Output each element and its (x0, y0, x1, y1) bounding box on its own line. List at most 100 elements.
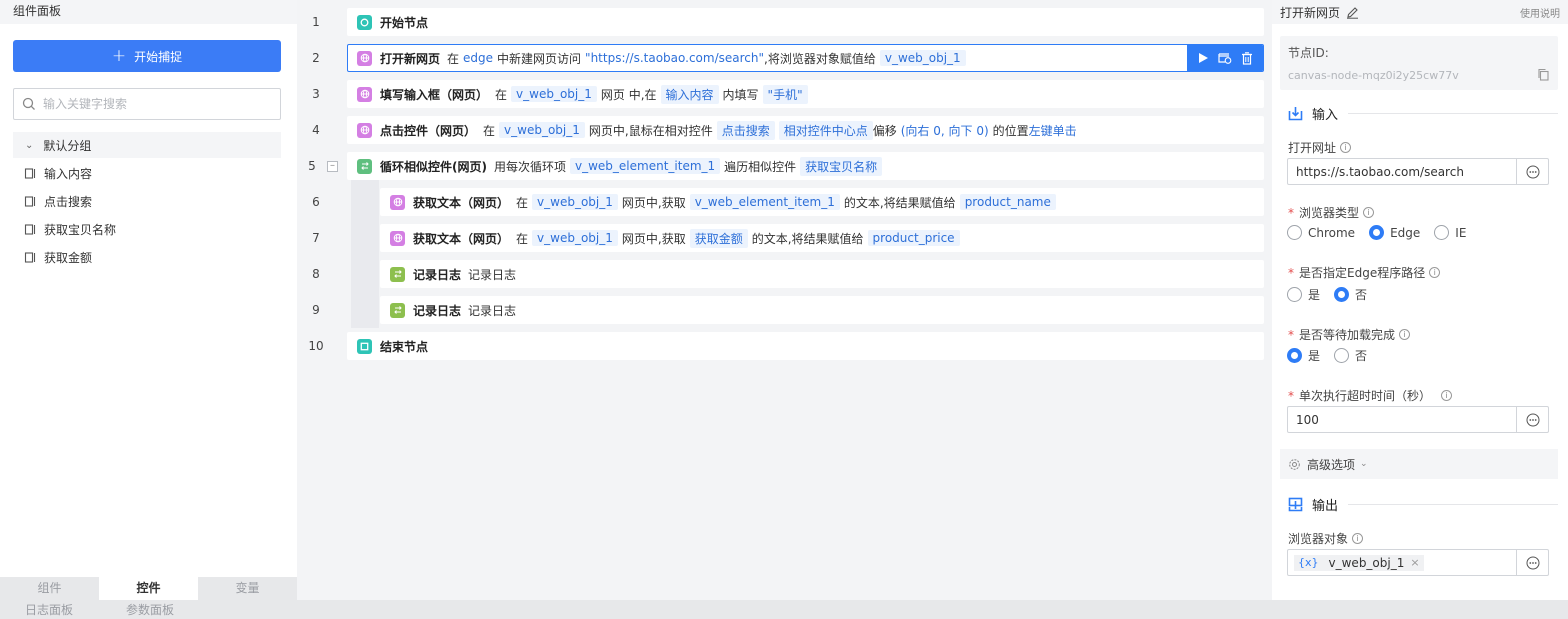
url-more-button[interactable] (1516, 159, 1548, 184)
radio-circle[interactable] (1334, 287, 1350, 302)
flow-node-get-text[interactable]: 获取文本（网页） 在 v_web_obj_1 网页中,获取 v_web_elem… (380, 188, 1264, 216)
component-item[interactable]: 输入内容 (24, 161, 92, 185)
browser-object-more-button[interactable] (1516, 550, 1548, 575)
group-header[interactable]: ⌄ 默认分组 (13, 132, 281, 158)
timeout-input[interactable]: 100 (1287, 406, 1549, 433)
radio-yes[interactable]: 是 (1287, 286, 1320, 303)
delete-icon[interactable] (1241, 51, 1253, 65)
radio-ie[interactable]: IE (1434, 225, 1466, 240)
play-icon[interactable] (1197, 52, 1209, 64)
variable-chip[interactable]: v_web_element_item_1 (570, 158, 721, 174)
element-chip[interactable]: 点击搜索 (716, 120, 775, 140)
input-section-title: 输入 (1312, 108, 1339, 123)
advanced-options-label: 高级选项 (1307, 457, 1356, 472)
node-title: 打开新网页 (380, 51, 441, 66)
output-chip[interactable]: product_name (959, 194, 1056, 210)
tab-components[interactable]: 组件 (0, 577, 99, 600)
node-text: 偏移 (872, 123, 897, 138)
browser-object-input[interactable]: {x} v_web_obj_1 × (1287, 549, 1549, 576)
gear-icon (1289, 458, 1300, 470)
node-title: 记录日志 (413, 267, 462, 282)
flow-node-get-text[interactable]: 获取文本（网页） 在 v_web_obj_1 网页中,获取 获取金额 的文本,将… (380, 224, 1264, 252)
component-item[interactable]: 点击搜索 (24, 189, 92, 213)
chevron-down-icon: ⌄ (25, 139, 34, 151)
flow-row: 6 获取文本（网页） 在 v_web_obj_1 网页中,获取 v_web_el… (297, 188, 1272, 224)
wait-load-label: * 是否等待加载完成 i (1288, 326, 1411, 343)
flow-node-open-page[interactable]: 打开新网页 在 edge 中新建网页访问 "https://s.taobao.c… (347, 44, 1264, 72)
browser-type-label: * 浏览器类型 i (1288, 204, 1375, 221)
start-capture-button[interactable]: + 开始捕捉 (13, 40, 281, 72)
radio-circle[interactable] (1434, 225, 1450, 240)
flow-node-start[interactable]: 开始节点 (347, 8, 1264, 36)
node-text: 网页中,获取 (621, 195, 686, 210)
info-icon[interactable]: i (1399, 329, 1411, 340)
info-icon[interactable]: i (1352, 533, 1364, 544)
component-item[interactable]: 获取金额 (24, 245, 92, 269)
node-title: 填写输入框（网页） (380, 87, 489, 102)
info-icon[interactable]: i (1441, 390, 1453, 401)
node-param[interactable]: edge (463, 51, 493, 65)
timeout-label-text: 单次执行超时时间（秒） (1299, 389, 1432, 403)
search-box[interactable] (13, 88, 281, 120)
flow-node-end[interactable]: 结束节点 (347, 332, 1264, 360)
node-title: 结束节点 (380, 339, 429, 354)
variable-chip[interactable]: v_web_obj_1 (499, 122, 585, 138)
collapse-toggle[interactable]: – (327, 161, 338, 172)
required-mark: * (1288, 327, 1294, 342)
position-chip[interactable]: 相对控件中心点 (778, 120, 873, 140)
web-node-icon (357, 50, 372, 66)
radio-circle[interactable] (1287, 225, 1302, 240)
radio-edge[interactable]: Edge (1369, 225, 1420, 240)
flow-node-fill-input[interactable]: 填写输入框（网页） 在 v_web_obj_1 网页 中,在 输入内容 内填写 … (347, 80, 1264, 108)
flow-node-click[interactable]: 点击控件（网页） 在 v_web_obj_1 网页中,鼠标在相对控件 点击搜索 … (347, 116, 1264, 144)
tab-log-panel[interactable]: 日志面板 (25, 601, 73, 618)
help-link[interactable]: 使用说明 (1520, 5, 1560, 20)
search-input[interactable] (43, 97, 268, 111)
radio-chrome[interactable]: Chrome (1287, 225, 1355, 240)
node-param[interactable]: (向右 0, 向下 0) (901, 122, 989, 139)
element-chip[interactable]: 输入内容 (660, 84, 719, 104)
radio-circle[interactable] (1334, 348, 1350, 363)
radio-circle[interactable] (1287, 287, 1302, 302)
tab-controls[interactable]: 控件 (99, 577, 198, 600)
tag-remove-icon[interactable]: × (1410, 556, 1419, 569)
flow-node-loop[interactable]: 循环相似控件(网页) 用每次循环项 v_web_element_item_1 遍… (347, 152, 1264, 180)
node-param[interactable]: "https://s.taobao.com/search" (585, 51, 764, 65)
flow-canvas: 1 开始节点 2 打开新网页 在 edge 中新建网页访问 "https://s… (297, 0, 1272, 600)
variable-chip[interactable]: v_web_obj_1 (511, 86, 597, 102)
copy-icon[interactable] (1537, 68, 1550, 81)
variable-chip[interactable]: v_web_obj_1 (532, 194, 618, 210)
info-icon[interactable]: i (1363, 207, 1375, 218)
timeout-more-button[interactable] (1516, 407, 1548, 432)
flow-node-log[interactable]: 记录日志 记录日志 (380, 296, 1264, 324)
more-icon (1526, 165, 1539, 178)
element-chip[interactable]: 获取金额 (689, 228, 748, 248)
component-icon (24, 223, 36, 235)
variable-chip[interactable]: v_web_element_item_1 (689, 194, 840, 210)
info-icon[interactable]: i (1429, 267, 1441, 278)
info-icon[interactable]: i (1340, 142, 1352, 153)
node-title: 记录日志 (413, 303, 462, 318)
radio-circle[interactable] (1287, 348, 1302, 363)
radio-no[interactable]: 否 (1334, 347, 1367, 364)
row-number: 3 (312, 87, 320, 101)
flow-node-log[interactable]: 记录日志 记录日志 (380, 260, 1264, 288)
tab-params-panel[interactable]: 参数面板 (126, 601, 174, 618)
debug-icon[interactable] (1218, 52, 1232, 64)
advanced-options-toggle[interactable]: 高级选项 ⌄ (1280, 449, 1558, 479)
component-item[interactable]: 获取宝贝名称 (24, 217, 116, 241)
radio-yes[interactable]: 是 (1287, 347, 1320, 364)
radio-circle[interactable] (1369, 225, 1385, 240)
tab-variables[interactable]: 变量 (198, 577, 297, 600)
edit-icon[interactable] (1346, 6, 1359, 19)
node-text: 在 (516, 195, 529, 210)
element-chip[interactable]: 获取宝贝名称 (800, 156, 883, 176)
flow-row: 4 点击控件（网页） 在 v_web_obj_1 网页中,鼠标在相对控件 点击搜… (297, 116, 1272, 152)
variable-chip[interactable]: v_web_obj_1 (532, 230, 618, 246)
radio-no[interactable]: 否 (1334, 286, 1367, 303)
value-chip[interactable]: "手机" (762, 84, 808, 104)
url-input[interactable]: https://s.taobao.com/search (1287, 158, 1549, 185)
variable-chip[interactable]: v_web_obj_1 (879, 50, 966, 66)
node-param[interactable]: 左键单击 (1029, 122, 1077, 139)
output-chip[interactable]: product_price (867, 230, 960, 246)
